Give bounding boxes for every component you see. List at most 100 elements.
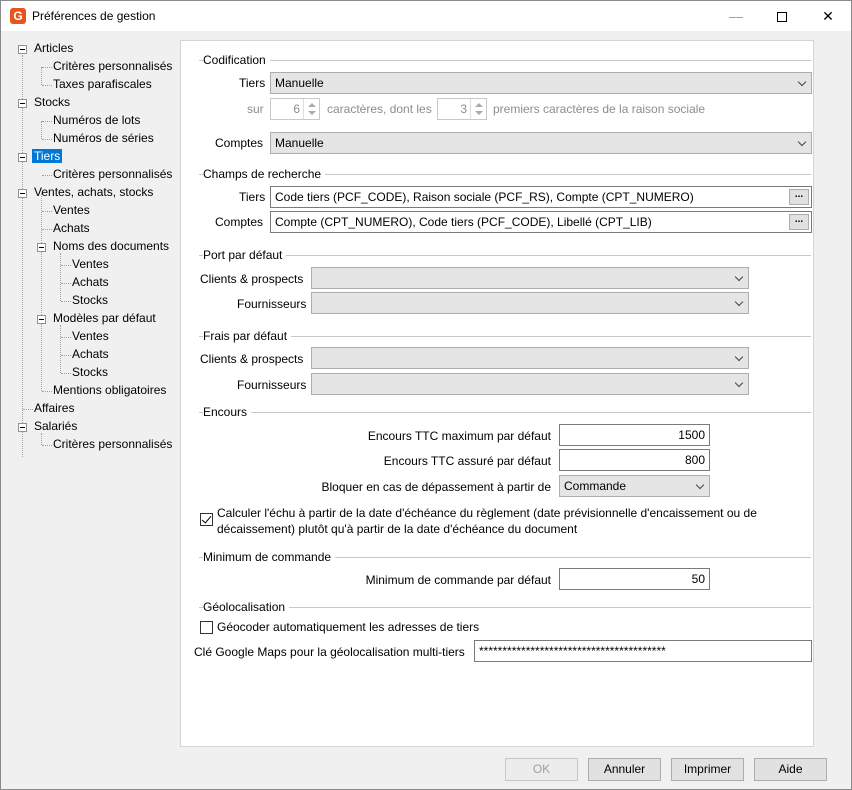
section-title-recherche: Champs de recherche xyxy=(203,167,326,181)
spin-up-icon xyxy=(475,103,483,107)
port-clients-select[interactable] xyxy=(311,267,749,289)
tree-item-vas-ventes[interactable]: Ventes xyxy=(51,202,92,219)
collapse-icon[interactable] xyxy=(18,189,27,198)
recherche-comptes-label: Comptes xyxy=(215,215,264,229)
settings-panel: Codification Tiers Manuelle sur 6 caract… xyxy=(180,40,814,747)
codif-comptes-value: Manuelle xyxy=(275,136,324,150)
category-tree: Articles Critères personnalisés Taxes pa… xyxy=(1,31,179,761)
codif-tiers-select[interactable]: Manuelle xyxy=(270,72,812,94)
maximize-button[interactable] xyxy=(759,1,805,31)
sur-spinner[interactable]: 6 xyxy=(270,98,320,120)
bloquer-label: Bloquer en cas de dépassement à partir d… xyxy=(321,480,551,494)
recherche-comptes-field[interactable]: Compte (CPT_NUMERO), Code tiers (PCF_COD… xyxy=(270,211,812,233)
tree-item-label: Numéros de lots xyxy=(53,113,141,127)
help-button[interactable]: Aide xyxy=(754,758,827,781)
tree-line xyxy=(41,193,42,391)
more-button[interactable]: ... xyxy=(789,189,809,205)
tree-item-modeles-stocks[interactable]: Stocks xyxy=(70,364,110,381)
port-fourn-label: Fournisseurs xyxy=(237,297,307,311)
section-title-minimum: Minimum de commande xyxy=(203,550,336,564)
calcul-echu-label-line2: décaissement) plutôt qu'à partir de la d… xyxy=(217,522,578,536)
spin-down-icon xyxy=(308,111,316,115)
collapse-icon[interactable] xyxy=(37,315,46,324)
spinner-buttons[interactable] xyxy=(303,99,319,119)
section-divider xyxy=(199,607,811,608)
tree-item-articles[interactable]: Articles xyxy=(32,40,75,57)
tree-item-label: Tiers xyxy=(32,149,63,163)
tree-item-mentions-obligatoires[interactable]: Mentions obligatoires xyxy=(51,382,168,399)
tree-item-modeles-defaut[interactable]: Modèles par défaut xyxy=(51,310,158,327)
calcul-echu-checkbox[interactable] xyxy=(200,513,213,526)
recherche-comptes-value: Compte (CPT_NUMERO), Code tiers (PCF_COD… xyxy=(275,215,652,229)
tree-item-label: Ventes xyxy=(72,257,109,271)
bloquer-select[interactable]: Commande xyxy=(559,475,710,497)
tree-item-articles-criteres[interactable]: Critères personnalisés xyxy=(51,58,174,75)
section-title-geo: Géolocalisation xyxy=(203,600,290,614)
ok-button[interactable]: OK xyxy=(505,758,578,781)
port-fourn-select[interactable] xyxy=(311,292,749,314)
more-button[interactable]: ... xyxy=(789,214,809,230)
tree-item-modeles-achats[interactable]: Achats xyxy=(70,346,111,363)
chevron-down-icon xyxy=(797,77,807,87)
frais-clients-label: Clients & prospects xyxy=(200,352,304,366)
collapse-icon[interactable] xyxy=(37,243,46,252)
close-icon: ✕ xyxy=(822,8,834,24)
collapse-icon[interactable] xyxy=(18,153,27,162)
collapse-icon[interactable] xyxy=(18,423,27,432)
tree-item-vas-achats[interactable]: Achats xyxy=(51,220,92,237)
encours-assure-label: Encours TTC assuré par défaut xyxy=(383,454,551,468)
tree-item-noms-stocks[interactable]: Stocks xyxy=(70,292,110,309)
tree-item-modeles-ventes[interactable]: Ventes xyxy=(70,328,111,345)
section-divider xyxy=(199,412,811,413)
tree-item-ventes-achats-stocks[interactable]: Ventes, achats, stocks xyxy=(32,184,155,201)
minimize-icon: — xyxy=(729,8,743,24)
recherche-tiers-field[interactable]: Code tiers (PCF_CODE), Raison sociale (P… xyxy=(270,186,812,208)
geocoder-auto-checkbox[interactable] xyxy=(200,621,213,634)
frais-clients-select[interactable] xyxy=(311,347,749,369)
codif-comptes-label: Comptes xyxy=(215,136,264,150)
encours-max-input[interactable]: 1500 xyxy=(559,424,710,446)
tree-item-affaires[interactable]: Affaires xyxy=(32,400,76,417)
tree-item-noms-ventes[interactable]: Ventes xyxy=(70,256,111,273)
chevron-down-icon xyxy=(734,352,744,362)
frais-fourn-select[interactable] xyxy=(311,373,749,395)
tree-item-noms-achats[interactable]: Achats xyxy=(70,274,111,291)
tree-item-label: Critères personnalisés xyxy=(53,59,173,73)
tree-line xyxy=(41,121,42,139)
preferences-window: G Préférences de gestion — ✕ Articles Cr… xyxy=(0,0,852,790)
tree-item-tiers[interactable]: Tiers xyxy=(32,148,63,165)
minimize-button[interactable]: — xyxy=(713,1,759,31)
tree-item-numeros-series[interactable]: Numéros de séries xyxy=(51,130,156,147)
minimum-input[interactable]: 50 xyxy=(559,568,710,590)
collapse-icon[interactable] xyxy=(18,99,27,108)
minimum-label: Minimum de commande par défaut xyxy=(365,573,551,587)
tree-item-stocks[interactable]: Stocks xyxy=(32,94,72,111)
tree-line xyxy=(22,55,23,457)
section-divider xyxy=(199,255,811,256)
tree-item-numeros-lots[interactable]: Numéros de lots xyxy=(51,112,142,129)
collapse-icon[interactable] xyxy=(18,45,27,54)
tree-item-noms-documents[interactable]: Noms des documents xyxy=(51,238,171,255)
tree-item-label: Stocks xyxy=(34,95,71,109)
tree-line xyxy=(41,67,42,85)
cancel-button[interactable]: Annuler xyxy=(588,758,661,781)
tree-item-taxes-parafiscales[interactable]: Taxes parafiscales xyxy=(51,76,154,93)
chevron-down-icon xyxy=(734,297,744,307)
tree-item-salaries[interactable]: Salariés xyxy=(32,418,79,435)
bloquer-value: Commande xyxy=(564,479,627,493)
encours-assure-input[interactable]: 800 xyxy=(559,449,710,471)
tree-item-label: Modèles par défaut xyxy=(53,311,156,325)
encours-max-label: Encours TTC maximum par défaut xyxy=(367,429,551,443)
spinner-buttons[interactable] xyxy=(470,99,486,119)
section-divider xyxy=(199,60,811,61)
tree-item-tiers-criteres[interactable]: Critères personnalisés xyxy=(51,166,174,183)
tree-item-salaries-criteres[interactable]: Critères personnalisés xyxy=(51,436,174,453)
close-button[interactable]: ✕ xyxy=(805,1,851,31)
codif-comptes-select[interactable]: Manuelle xyxy=(270,132,812,154)
google-maps-key-input[interactable]: **************************************** xyxy=(474,640,812,662)
premiers-spinner[interactable]: 3 xyxy=(437,98,487,120)
tree-line xyxy=(60,325,61,373)
tree-item-label: Ventes, achats, stocks xyxy=(34,185,154,199)
print-button[interactable]: Imprimer xyxy=(671,758,744,781)
tree-item-label: Mentions obligatoires xyxy=(53,383,167,397)
